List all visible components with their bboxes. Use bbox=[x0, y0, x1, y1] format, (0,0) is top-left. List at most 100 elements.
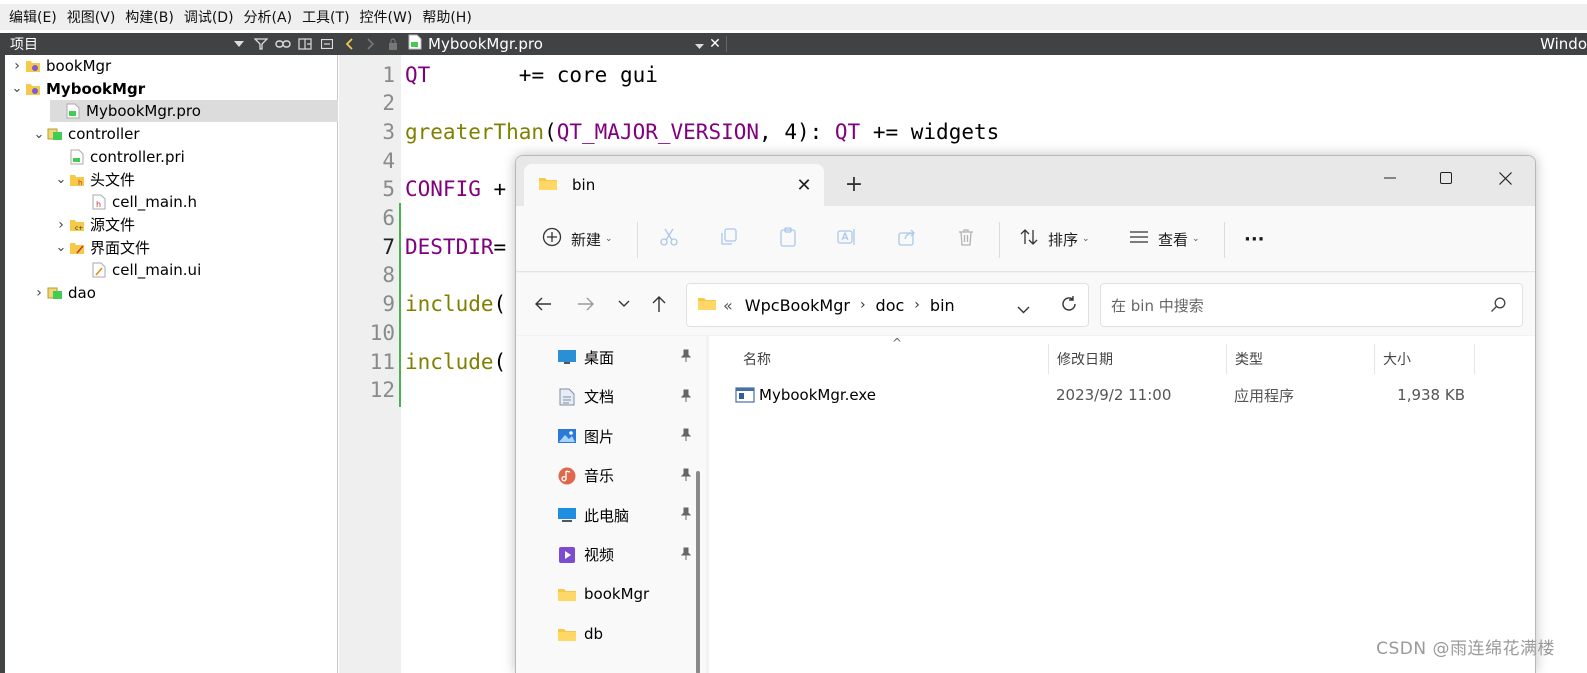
breadcrumb-chevron-icon[interactable]: › bbox=[860, 297, 866, 313]
chevron-right-icon[interactable]: › bbox=[54, 217, 68, 233]
window-selector-label[interactable]: Windo bbox=[1540, 35, 1587, 53]
chevron-down-icon[interactable]: ⌄ bbox=[54, 172, 68, 187]
back-arrow-icon[interactable] bbox=[528, 291, 558, 317]
address-breadcrumb[interactable]: « WpcBookMgr › doc › bin bbox=[686, 283, 1089, 327]
nav-item[interactable]: 图片 bbox=[556, 421, 692, 451]
file-explorer-window: bin ✕ + 新建 ⌄ 排序 ⌄ 查看 ⌄ ··· « WpcBookMgr … bbox=[515, 155, 1536, 673]
column-header-type[interactable]: 类型 bbox=[1227, 344, 1373, 374]
menu-item[interactable]: 构建(B) bbox=[122, 7, 181, 27]
rename-button[interactable] bbox=[837, 224, 857, 254]
code-text: greaterThan(QT_MAJOR_VERSION, 4): QT += … bbox=[405, 120, 999, 144]
column-divider[interactable] bbox=[1474, 344, 1475, 374]
breadcrumb-item[interactable]: bin bbox=[930, 296, 955, 315]
menu-item[interactable]: 控件(W) bbox=[357, 7, 420, 27]
code-line[interactable]: 3 greaterThan(QT_MAJOR_VERSION, 4): QT +=… bbox=[339, 117, 1587, 146]
code-token: greaterThan bbox=[405, 119, 545, 144]
close-window-icon[interactable] bbox=[1482, 162, 1528, 194]
navigate-back-icon[interactable] bbox=[338, 33, 360, 55]
tree-item-label: 源文件 bbox=[90, 216, 136, 235]
menu-item[interactable]: 帮助(H) bbox=[419, 7, 478, 27]
forward-arrow-icon[interactable] bbox=[571, 291, 601, 317]
close-tab-icon[interactable]: ✕ bbox=[784, 175, 824, 196]
nav-item-label: 音乐 bbox=[584, 467, 615, 485]
menu-item[interactable]: 编辑(E) bbox=[6, 7, 64, 27]
column-header-modified[interactable]: 修改日期 bbox=[1049, 344, 1225, 374]
more-options-button[interactable]: ··· bbox=[1244, 224, 1265, 254]
tree-item[interactable]: MybookMgr.pro bbox=[50, 100, 338, 123]
nav-item[interactable]: db bbox=[556, 619, 692, 649]
tree-item[interactable]: ⌄ MybookMgr bbox=[0, 78, 338, 100]
navigation-scrollbar-thumb[interactable] bbox=[696, 471, 700, 673]
tree-item[interactable]: › bookMgr bbox=[0, 55, 338, 77]
scissors-icon bbox=[659, 227, 679, 251]
up-arrow-icon[interactable] bbox=[644, 291, 674, 317]
chevron-down-icon[interactable]: ⌄ bbox=[10, 81, 24, 96]
tree-item[interactable]: › c+ 源文件 bbox=[0, 214, 338, 236]
menu-item[interactable]: 工具(T) bbox=[299, 7, 356, 27]
refresh-icon[interactable] bbox=[1060, 295, 1078, 317]
new-tab-plus-icon[interactable]: + bbox=[842, 174, 866, 198]
line-number: 6 bbox=[382, 206, 395, 230]
code-token: + bbox=[480, 177, 507, 202]
close-pane-icon[interactable] bbox=[316, 33, 338, 55]
chevron-right-icon[interactable]: › bbox=[10, 58, 24, 74]
breadcrumb-chevron-icon[interactable]: › bbox=[914, 297, 920, 313]
tree-item[interactable]: › dao bbox=[0, 282, 338, 304]
search-icon bbox=[1490, 297, 1506, 317]
cut-button[interactable] bbox=[659, 224, 679, 254]
menu-item[interactable]: 视图(V) bbox=[64, 7, 123, 27]
command-separator bbox=[999, 222, 1000, 258]
link-with-editor-icon[interactable] bbox=[272, 33, 294, 55]
tree-item[interactable]: ⌄ 界面文件 bbox=[0, 237, 338, 259]
nav-item[interactable]: 此电脑 bbox=[556, 500, 692, 530]
file-row[interactable]: MybookMgr.exe 2023/9/2 11:00 应用程序 1,938 … bbox=[733, 380, 1473, 410]
chevron-right-icon[interactable]: › bbox=[32, 285, 46, 301]
copy-icon bbox=[719, 227, 739, 251]
new-button[interactable]: 新建 ⌄ bbox=[542, 224, 613, 254]
nav-item[interactable]: bookMgr bbox=[556, 579, 692, 609]
navigate-forward-icon[interactable] bbox=[360, 33, 382, 55]
breadcrumb-overflow[interactable]: « bbox=[723, 296, 733, 315]
tree-item-label: 界面文件 bbox=[90, 239, 151, 258]
minimize-icon[interactable] bbox=[1367, 162, 1413, 194]
nav-item[interactable]: 文档 bbox=[556, 382, 692, 412]
nav-item[interactable]: 视频 bbox=[556, 540, 692, 570]
menu-item[interactable]: 调试(D) bbox=[181, 7, 241, 27]
tree-item[interactable]: ⌄ h 头文件 bbox=[0, 169, 338, 191]
code-line[interactable]: 2 bbox=[339, 89, 1587, 118]
open-documents-combo[interactable]: MybookMgr.pro bbox=[404, 34, 704, 54]
view-selector-dropdown-icon[interactable] bbox=[228, 33, 250, 55]
code-token: QT_MAJOR_VERSION bbox=[556, 119, 760, 144]
nav-item[interactable]: 音乐 bbox=[556, 461, 692, 491]
close-document-icon[interactable]: ✕ bbox=[704, 36, 726, 52]
chevron-down-icon[interactable]: ⌄ bbox=[54, 240, 68, 255]
delete-button[interactable] bbox=[956, 224, 976, 254]
breadcrumb-item[interactable]: doc bbox=[876, 296, 905, 315]
paste-button[interactable] bbox=[778, 224, 798, 254]
tree-item[interactable]: ⌄ controller bbox=[0, 123, 338, 145]
column-header-size[interactable]: 大小 bbox=[1375, 344, 1473, 374]
view-button[interactable]: 查看 ⌄ bbox=[1129, 224, 1200, 254]
maximize-icon[interactable] bbox=[1423, 162, 1469, 194]
search-input[interactable]: 在 bin 中搜索 bbox=[1100, 283, 1523, 327]
explorer-tab[interactable]: bin ✕ bbox=[524, 164, 824, 206]
sort-button[interactable]: 排序 ⌄ bbox=[1019, 224, 1090, 254]
code-line[interactable]: 1 QT += core gui bbox=[339, 60, 1587, 89]
tree-item[interactable]: cell_main.ui bbox=[0, 259, 338, 281]
recent-locations-chevron-icon[interactable] bbox=[609, 291, 639, 317]
column-header-name[interactable]: 名称 bbox=[735, 344, 1035, 374]
chevron-down-icon[interactable]: ⌄ bbox=[32, 127, 46, 142]
folder-icon bbox=[538, 175, 558, 195]
tree-item[interactable]: h cell_main.h bbox=[0, 191, 338, 213]
split-view-icon[interactable] bbox=[294, 33, 316, 55]
share-button[interactable] bbox=[897, 224, 917, 254]
tree-item[interactable]: controller.pri bbox=[0, 146, 338, 168]
filter-tree-icon[interactable] bbox=[250, 33, 272, 55]
copy-button[interactable] bbox=[719, 224, 739, 254]
nav-item[interactable]: 桌面 bbox=[556, 342, 692, 372]
menu-item[interactable]: 分析(A) bbox=[241, 7, 300, 27]
address-history-chevron-icon[interactable] bbox=[1017, 299, 1030, 318]
breadcrumb-item[interactable]: WpcBookMgr bbox=[745, 296, 850, 315]
chevron-down-icon: ⌄ bbox=[605, 234, 613, 244]
